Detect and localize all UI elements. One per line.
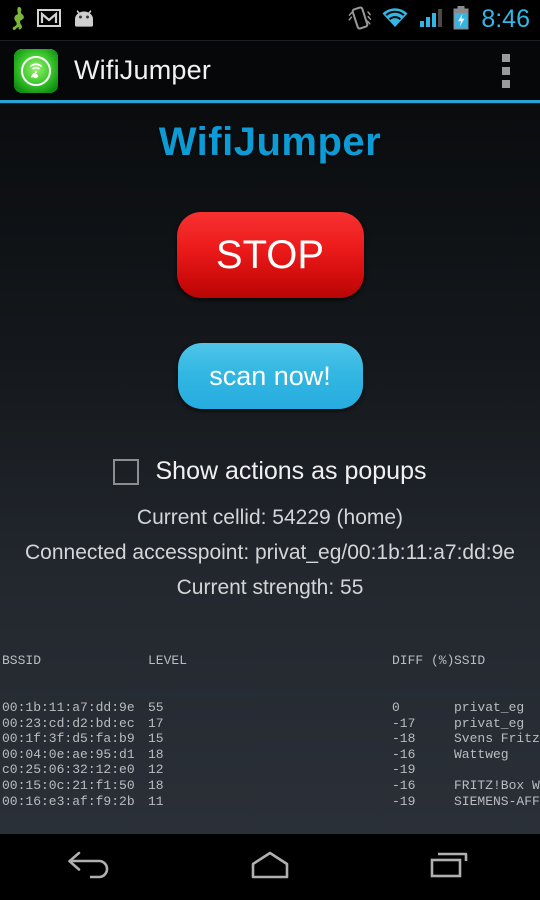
overflow-dot-3	[502, 79, 510, 88]
recent-apps-icon[interactable]	[393, 842, 507, 893]
header-ssid: SSID	[454, 653, 486, 669]
scan-now-button[interactable]: scan now!	[177, 343, 363, 409]
app-title: WifiJumper	[74, 55, 212, 85]
table-row: 00:15:0c:21:f1:50 18 -16 FRITZ!Box WLAN 303…	[2, 778, 540, 794]
battery-charging-icon	[452, 5, 470, 36]
table-row: 00:1f:3f:d5:fa:b9 15 -18 Svens Fritz!Box 72…	[2, 731, 540, 747]
cell-ssid: privat_eg	[454, 715, 525, 731]
cell-diff: -16	[392, 746, 416, 762]
page-title: WifiJumper	[158, 120, 382, 164]
kangaroo-notification-icon	[10, 6, 26, 35]
cell-level: 11	[148, 793, 164, 809]
cell-level: 18	[148, 746, 164, 762]
cell-bssid: 00:1b:11:a7:dd:9e	[2, 699, 135, 715]
cell-ssid: FRITZ!Box WLAN 3030	[454, 777, 540, 793]
status-bar-clock: 8:46	[481, 4, 530, 33]
scan-button-container: scan now!	[0, 298, 540, 409]
status-bar-system-icons: 8:46	[348, 5, 530, 36]
cell-diff: -19	[392, 793, 416, 809]
cell-diff: 0	[392, 699, 400, 715]
cell-bssid: 00:15:0c:21:f1:50	[2, 777, 135, 793]
main-content: WifiJumper STOP scan now! Show actions a…	[0, 104, 540, 834]
table-body: 00:1b:11:a7:dd:9e 55 0 privat_eg 00:23:cd:d2…	[2, 700, 540, 809]
android-screen: 8:46 WifiJumper WifiJumper STOP scan now…	[0, 0, 540, 900]
overflow-menu-icon[interactable]	[494, 48, 518, 94]
cell-level: 15	[148, 731, 164, 747]
connected-accesspoint-text: Connected accesspoint: privat_eg/00:1b:1…	[25, 541, 515, 564]
show-actions-as-popups-row[interactable]: Show actions as popups	[0, 457, 540, 486]
vibrate-icon	[348, 5, 372, 36]
wifi-icon	[380, 6, 410, 35]
cell-level: 18	[148, 777, 164, 793]
header-diff: DIFF (%)	[392, 653, 455, 669]
cell-diff: -17	[392, 715, 416, 731]
stop-button[interactable]: STOP	[176, 212, 364, 298]
cell-ssid: SIEMENS-AFF92B	[454, 793, 540, 809]
header-bssid: BSSID	[2, 653, 42, 669]
current-cellid-text: Current cellid: 54229 (home)	[136, 506, 404, 529]
table-row: 00:16:e3:af:f9:2b 11 -19 SIEMENS-AFF92B	[2, 794, 540, 810]
status-bar-notifications	[10, 6, 96, 35]
cell-bssid: 00:1f:3f:d5:fa:b9	[2, 731, 135, 747]
cell-bssid: 00:04:0e:ae:95:d1	[2, 746, 135, 762]
overflow-dot-1	[502, 53, 510, 62]
show-popups-checkbox[interactable]	[113, 458, 140, 485]
action-bar: WifiJumper	[0, 41, 540, 100]
cell-ssid	[454, 762, 540, 778]
cell-ssid: privat_eg	[454, 699, 525, 715]
android-head-icon	[72, 8, 96, 33]
back-icon[interactable]	[33, 842, 147, 893]
cell-bssid: 00:23:cd:d2:bd:ec	[2, 715, 135, 731]
cell-diff: -16	[392, 777, 416, 793]
wifi-scan-table: BSSID LEVEL DIFF (%) SSID 00:1b:11:a7:dd…	[0, 622, 540, 840]
gmail-icon	[37, 8, 61, 33]
cell-bssid: c0:25:06:32:12:e0	[2, 762, 135, 778]
current-strength-text: Current strength: 55	[176, 576, 364, 599]
cell-level: 12	[148, 762, 164, 778]
header-level: LEVEL	[148, 653, 188, 669]
cell-level: 55	[148, 699, 164, 715]
table-row: 00:23:cd:d2:bd:ec 17 -17 privat_eg	[2, 716, 540, 732]
status-bar: 8:46	[0, 0, 540, 40]
overflow-dot-2	[502, 66, 510, 75]
cell-level: 17	[148, 715, 164, 731]
wifijumper-app-icon	[14, 48, 58, 93]
cell-bssid: 00:16:e3:af:f9:2b	[2, 793, 135, 809]
table-row: c0:25:06:32:12:e0 12 -19	[2, 762, 540, 778]
table-row: 00:1b:11:a7:dd:9e 55 0 privat_eg	[2, 700, 540, 716]
cell-diff: -19	[392, 762, 416, 778]
cellular-signal-icon	[418, 6, 444, 35]
table-row: 00:04:0e:ae:95:d1 18 -16 Wattweg	[2, 747, 540, 763]
cell-ssid: Wattweg	[454, 746, 509, 762]
cell-diff: -18	[392, 731, 416, 747]
cell-ssid: Svens Fritz!Box 7240	[454, 731, 540, 747]
stop-button-container: STOP	[0, 165, 540, 298]
show-popups-label: Show actions as popups	[155, 457, 427, 485]
home-icon[interactable]	[213, 842, 327, 893]
system-navigation-bar	[0, 834, 540, 900]
table-header-row: BSSID LEVEL DIFF (%) SSID	[2, 653, 540, 669]
